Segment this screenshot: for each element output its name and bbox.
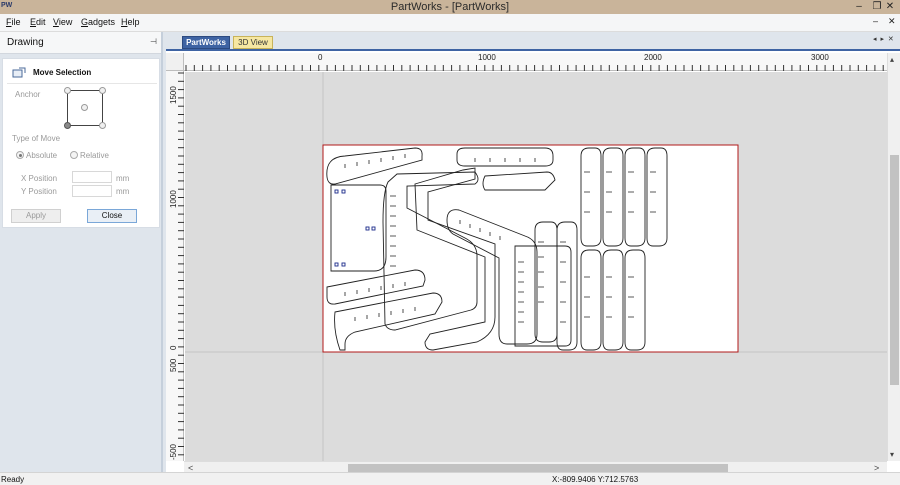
scroll-up-button[interactable]: ▴ (890, 55, 894, 64)
move-selection-form: Move Selection Anchor Type of Move Absol… (2, 58, 160, 228)
menu-view[interactable]: View (53, 17, 72, 27)
anchor-label: Anchor (15, 90, 41, 99)
x-position-input[interactable] (72, 171, 112, 183)
relative-radio[interactable] (70, 151, 78, 159)
x-unit-label: mm (116, 174, 130, 183)
move-selection-icon (12, 67, 26, 78)
status-bar: Ready X:-809.9406 Y:712.5763 (0, 472, 900, 485)
ruler-left-label: 1000 (169, 190, 178, 208)
ruler-corner (166, 53, 184, 71)
ruler-left-label: 500 (169, 358, 178, 372)
cursor-coordinates: X:-809.9406 Y:712.5763 (552, 475, 639, 484)
drawing-canvas[interactable] (185, 72, 887, 461)
anchor-top-right[interactable] (99, 87, 106, 94)
document-area: PartWorks 3D View ◂ ▸ ✕ 0 1000 2000 3000… (166, 32, 900, 474)
anchor-selector (64, 87, 106, 129)
ruler-left: 1500 1000 500 0 -500 (166, 71, 184, 461)
ruler-left-label: -500 (169, 443, 178, 460)
menu-gadgets[interactable]: Gadgets (81, 17, 115, 27)
scroll-down-button[interactable]: ▾ (890, 450, 894, 459)
menu-file[interactable]: File (6, 17, 21, 27)
type-of-move-label: Type of Move (12, 134, 61, 143)
window-title: PartWorks - [PartWorks] (390, 1, 510, 13)
tab-3d-view[interactable]: 3D View (233, 36, 273, 49)
vertical-scroll-thumb[interactable] (890, 155, 899, 385)
drawing-panel: Drawing ⊣ Move Selection Anchor Type of … (0, 32, 163, 472)
absolute-radio[interactable] (16, 151, 24, 159)
ruler-top-label: 0 (318, 53, 323, 62)
menu-help[interactable]: Help (121, 17, 140, 27)
ruler-left-label: 1500 (169, 86, 178, 104)
apply-button[interactable]: Apply (11, 209, 61, 223)
drawing-panel-title: Drawing (7, 37, 44, 48)
ruler-left-ticks (178, 72, 184, 456)
vertical-scrollbar[interactable]: ▴ ▾ (887, 53, 900, 461)
divider (7, 83, 157, 84)
anchor-center[interactable] (81, 104, 88, 111)
tab-partworks[interactable]: PartWorks (182, 36, 230, 49)
ruler-top-ticks (185, 65, 884, 71)
relative-label: Relative (80, 151, 109, 160)
ruler-left-label: 0 (169, 345, 178, 350)
anchor-bottom-right[interactable] (99, 122, 106, 129)
anchor-bottom-left[interactable] (64, 122, 71, 129)
title-bar: PW PartWorks - [PartWorks] – ❐ ✕ (0, 0, 900, 14)
status-text: Ready (1, 475, 25, 484)
y-unit-label: mm (116, 187, 130, 196)
menu-edit[interactable]: Edit (30, 17, 46, 27)
anchor-top-left[interactable] (64, 87, 71, 94)
document-minimize-button[interactable]: – (873, 16, 878, 26)
ruler-top-label: 3000 (811, 53, 829, 62)
y-position-input[interactable] (72, 185, 112, 197)
document-close-button[interactable]: ✕ (888, 16, 896, 27)
tab-navigation[interactable]: ◂ ▸ ✕ (873, 35, 895, 43)
drawing-panel-header: Drawing ⊣ (0, 32, 161, 54)
close-window-button[interactable]: ✕ (880, 0, 900, 14)
close-button[interactable]: Close (87, 209, 137, 223)
y-position-label: Y Position (21, 187, 57, 196)
x-position-label: X Position (21, 174, 58, 183)
pin-icon[interactable]: ⊣ (150, 37, 157, 46)
ruler-top-label: 2000 (644, 53, 662, 62)
absolute-label: Absolute (26, 151, 58, 160)
drawing-view: 0 1000 2000 3000 1500 1000 500 0 -500 ▴ … (166, 49, 900, 474)
ruler-top: 0 1000 2000 3000 (184, 53, 887, 71)
move-selection-title: Move Selection (33, 68, 92, 77)
menu-bar: File Edit View Gadgets Help – ✕ (0, 14, 900, 32)
ruler-top-label: 1000 (478, 53, 496, 62)
